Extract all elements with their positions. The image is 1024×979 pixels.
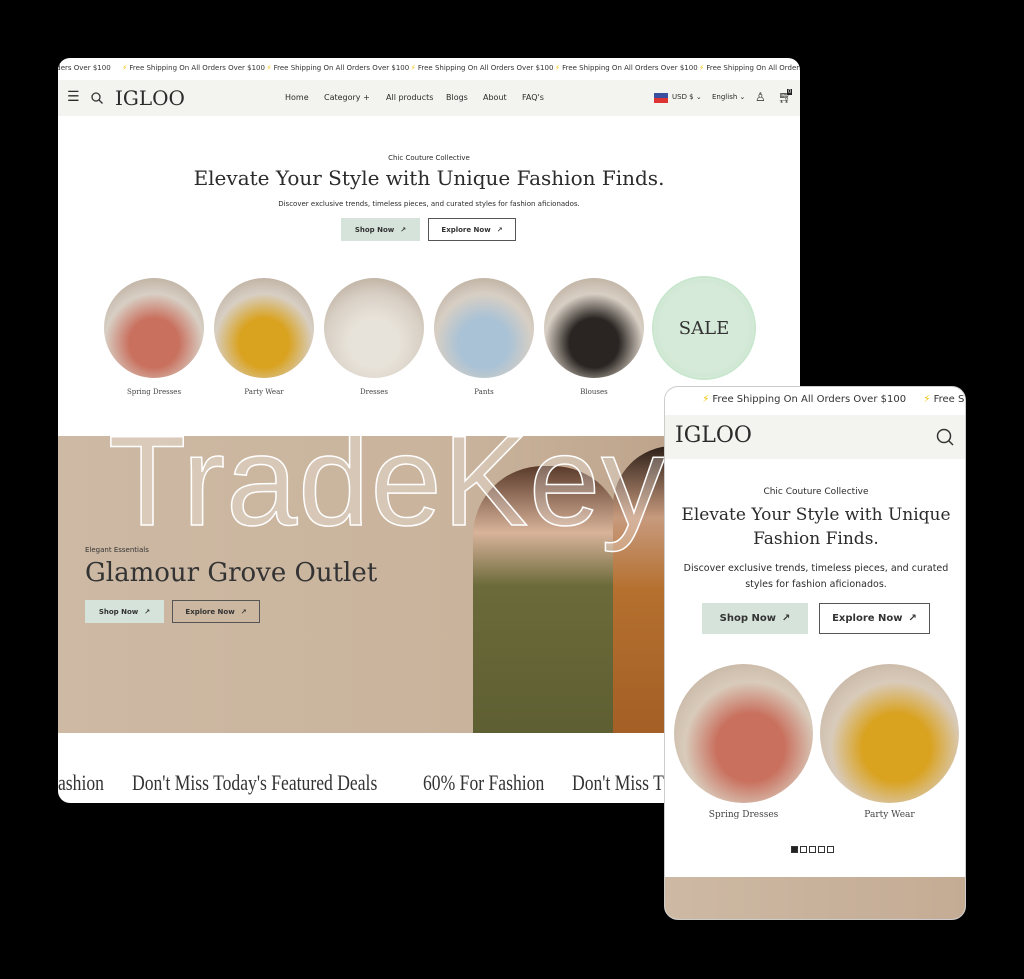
category-image[interactable] — [214, 278, 314, 378]
category-label[interactable]: Spring Dresses — [674, 810, 813, 820]
explore-now-button[interactable]: Explore Now ↗ — [428, 218, 516, 241]
category-label[interactable]: Pants — [434, 388, 534, 396]
nav-blogs[interactable]: Blogs — [446, 93, 468, 102]
arrow-up-right-icon: ↗ — [908, 613, 917, 624]
account-icon[interactable]: ♙ — [755, 90, 766, 104]
hero-eyebrow: Chic Couture Collective — [388, 154, 470, 162]
logo[interactable]: IGLOO — [675, 423, 752, 448]
carousel-pagination — [791, 838, 836, 857]
category-image-spring-dresses[interactable] — [674, 664, 813, 803]
site-header: ☰ IGLOO Home Category + All products Blo… — [58, 80, 800, 116]
hero-description: Discover exclusive trends, timeless piec… — [278, 200, 580, 208]
nav-about[interactable]: About — [483, 93, 507, 102]
arrow-up-right-icon: ↗ — [496, 225, 503, 234]
site-header: IGLOO — [665, 415, 965, 459]
arrow-up-right-icon: ↗ — [240, 607, 247, 616]
model-image — [473, 466, 623, 733]
shop-now-button[interactable]: Shop Now ↗ — [702, 603, 808, 634]
promo-banner — [665, 877, 965, 919]
menu-icon[interactable]: ☰ — [67, 89, 80, 105]
category-image[interactable] — [104, 278, 204, 378]
logo[interactable]: IGLOO — [115, 86, 185, 110]
banner-explore-now-button[interactable]: Explore Now ↗ — [172, 600, 260, 623]
banner-title: Glamour Grove Outlet — [85, 558, 378, 588]
nav-home[interactable]: Home — [285, 93, 309, 102]
marquee-item: 60% For Fashion — [423, 770, 545, 795]
pagination-dot[interactable] — [809, 846, 816, 853]
category-image[interactable] — [434, 278, 534, 378]
nav-category[interactable]: Category + — [324, 93, 370, 102]
hero-eyebrow: Chic Couture Collective — [763, 487, 869, 497]
arrow-up-right-icon: ↗ — [400, 225, 407, 234]
announcement-bar: Orders Over $100 ⚡ Free Shipping On All … — [58, 64, 800, 72]
category-label[interactable]: Blouses — [544, 388, 644, 396]
hero-description: Discover exclusive trends, timeless piec… — [683, 563, 949, 590]
marquee-item: ashion — [58, 770, 104, 795]
banner-eyebrow: Elegant Essentials — [85, 546, 149, 554]
cart-count: 0 — [787, 89, 793, 95]
pagination-dot[interactable] — [791, 846, 798, 853]
category-label[interactable]: Party Wear — [214, 388, 314, 396]
currency-select[interactable]: USD $ ⌄ — [672, 93, 702, 101]
arrow-up-right-icon: ↗ — [144, 607, 151, 616]
us-flag-icon — [654, 93, 668, 103]
search-icon[interactable] — [91, 92, 103, 104]
pagination-dot[interactable] — [800, 846, 807, 853]
language-select[interactable]: English ⌄ — [712, 93, 745, 101]
nav-faqs[interactable]: FAQ's — [522, 93, 544, 102]
shop-now-button[interactable]: Shop Now ↗ — [341, 218, 420, 241]
marquee-item: Don't Miss T — [572, 770, 664, 795]
category-label[interactable]: Party Wear — [820, 810, 959, 820]
sale-label: SALE — [678, 317, 730, 339]
search-icon[interactable] — [936, 428, 954, 446]
arrow-up-right-icon: ↗ — [781, 613, 791, 624]
explore-now-button[interactable]: Explore Now ↗ — [819, 603, 930, 634]
marquee-item: Don't Miss Today's Featured Deals — [132, 770, 378, 795]
category-label[interactable]: Dresses — [324, 388, 424, 396]
nav-all-products[interactable]: All products — [386, 93, 433, 102]
pagination-dot[interactable] — [818, 846, 825, 853]
mobile-preview: 0 ⚡ Free Shipping On All Orders Over $10… — [664, 386, 966, 920]
banner-shop-now-button[interactable]: Shop Now ↗ — [85, 600, 164, 623]
category-label[interactable]: Spring Dresses — [104, 388, 204, 396]
hero-title: Elevate Your Style with Unique Fashion F… — [193, 166, 665, 190]
category-image[interactable] — [544, 278, 644, 378]
announcement-bar: 0 ⚡ Free Shipping On All Orders Over $10… — [702, 394, 965, 405]
category-image[interactable] — [324, 278, 424, 378]
sale-badge[interactable]: SALE — [654, 278, 754, 378]
category-image-party-wear[interactable] — [820, 664, 959, 803]
pagination-dot[interactable] — [827, 846, 834, 853]
hero-title: Elevate Your Style with Unique Fashion F… — [681, 505, 951, 549]
